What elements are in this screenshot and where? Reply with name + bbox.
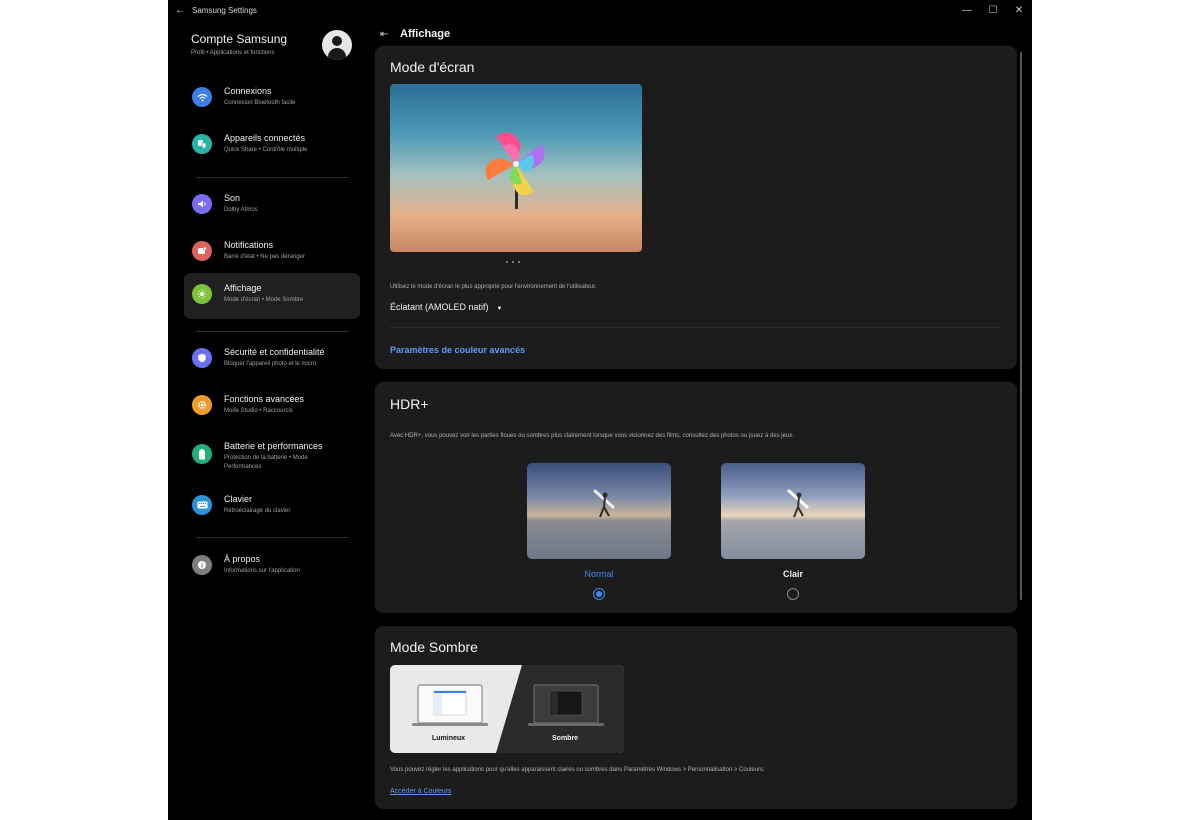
sidebar-item-a-propos[interactable]: À propos Informations sur l'application: [184, 544, 360, 590]
divider: [196, 177, 349, 178]
page-header: ⇤ Affichage: [380, 26, 450, 42]
samsung-account[interactable]: Compte Samsung Profil • Applications et …: [191, 30, 361, 72]
minimize-button[interactable]: —: [954, 5, 980, 16]
carousel-dots[interactable]: [506, 261, 520, 263]
sidebar: Compte Samsung Profil • Applications et …: [168, 20, 368, 820]
sidebar-item-son[interactable]: Son Dolby Atmos: [184, 183, 360, 229]
sidebar-item-label: Fonctions avancées: [224, 394, 305, 404]
section-title: Mode d'écran: [390, 59, 475, 75]
advanced-color-link[interactable]: Paramètres de couleur avancés: [390, 345, 525, 355]
sidebar-item-label: Batterie et performances: [224, 441, 323, 451]
keyboard-icon: [192, 495, 212, 515]
screen-mode-description: Utilisez le mode d'écran le plus appropr…: [390, 284, 597, 290]
dark-mode-description: Vous pouvez régler les applications pour…: [390, 767, 765, 773]
surfer-image: [593, 489, 615, 518]
hdr-normal-radio[interactable]: [593, 588, 605, 600]
surfer-image: [787, 489, 809, 518]
sidebar-item-label: Sécurité et confidentialité: [224, 347, 325, 357]
display-icon: [192, 284, 212, 304]
scrollbar[interactable]: [1020, 52, 1022, 600]
sidebar-item-sub: Bloquer l'appareil photo et le micro: [224, 361, 317, 367]
laptop-dark-icon: [528, 684, 604, 726]
divider: [390, 327, 1000, 328]
section-title: Mode Sombre: [390, 639, 478, 655]
hdr-description: Avec HDR+, vous pouvez voir les parties …: [390, 433, 794, 439]
sidebar-item-sub: Protection de la batterie • Mode Perform…: [224, 455, 308, 470]
close-button[interactable]: ✕: [1006, 5, 1032, 16]
hdr-option-normal-label: Normal: [584, 569, 614, 579]
section-title: HDR+: [390, 396, 429, 412]
shield-icon: [192, 348, 212, 368]
screen-mode-card: Mode d'écran Utilisez le mode d'écran le…: [375, 46, 1017, 369]
sidebar-item-notifications[interactable]: Notifications Barre d'état • Ne pas déra…: [184, 230, 360, 276]
sound-icon: [192, 194, 212, 214]
sidebar-item-label: Appareils connectés: [224, 133, 306, 143]
sidebar-item-affichage[interactable]: Affichage Mode d'écran • Mode Sombre: [184, 273, 360, 319]
dark-mode-picker[interactable]: Lumineux Sombre: [390, 665, 624, 753]
hdr-clair-radio[interactable]: [787, 588, 799, 600]
sidebar-item-sub: Connexion Bluetooth facile: [224, 100, 296, 106]
colors-settings-link[interactable]: Accéder à Couleurs: [390, 788, 451, 795]
advanced-icon: [192, 395, 212, 415]
avatar[interactable]: [322, 30, 352, 60]
sidebar-item-batterie[interactable]: Batterie et performances Protection de l…: [184, 431, 360, 487]
divider: [196, 331, 349, 332]
pinwheel-image: [485, 132, 545, 209]
info-icon: [192, 555, 212, 575]
devices-icon: [192, 134, 212, 154]
sidebar-item-sub: Mode Studio • Raccourcis: [224, 408, 293, 414]
sidebar-item-label: Son: [224, 193, 241, 203]
title-bar: ← Samsung Settings — ☐ ✕: [168, 0, 1032, 20]
dark-mode-card: Mode Sombre Lumineux Sombre Vous pouvez …: [375, 626, 1017, 809]
sidebar-item-sub: Quick Share • Contrôle multiple: [224, 147, 308, 153]
wifi-icon: [192, 87, 212, 107]
collapse-arrow-icon[interactable]: ⇤: [380, 29, 400, 40]
screen-mode-dropdown[interactable]: Éclatant (AMOLED natif) ▼: [390, 302, 503, 312]
sidebar-item-securite[interactable]: Sécurité et confidentialité Bloquer l'ap…: [184, 337, 360, 383]
light-mode-label: Lumineux: [432, 735, 466, 742]
back-arrow-icon[interactable]: ←: [168, 5, 192, 16]
sidebar-item-sub: Barre d'état • Ne pas déranger: [224, 254, 305, 260]
sidebar-item-label: Affichage: [224, 283, 262, 293]
sidebar-item-connexions[interactable]: Connexions Connexion Bluetooth facile: [184, 76, 360, 122]
sidebar-item-sub: Dolby Atmos: [224, 207, 258, 213]
sidebar-item-appareils-connectes[interactable]: Appareils connectés Quick Share • Contrô…: [184, 123, 360, 169]
sidebar-item-clavier[interactable]: Clavier Rétroéclairage du clavier: [184, 484, 360, 530]
screen-mode-selected: Éclatant (AMOLED natif): [390, 302, 489, 312]
caret-down-icon: ▼: [496, 306, 503, 312]
hdr-card: HDR+ Avec HDR+, vous pouvez voir les par…: [375, 382, 1017, 613]
sidebar-item-sub: Informations sur l'application: [224, 568, 300, 574]
sidebar-item-label: Clavier: [224, 494, 253, 504]
sidebar-item-label: Notifications: [224, 240, 274, 250]
hdr-normal-preview[interactable]: [527, 463, 671, 559]
sidebar-item-fonctions-avancees[interactable]: Fonctions avancées Mode Studio • Raccour…: [184, 384, 360, 430]
sidebar-item-label: Connexions: [224, 86, 272, 96]
sidebar-item-label: À propos: [224, 554, 261, 564]
hdr-option-clair-label: Clair: [782, 569, 803, 579]
divider: [196, 537, 349, 538]
hdr-clair-preview[interactable]: [721, 463, 865, 559]
window-title: Samsung Settings: [192, 5, 257, 15]
screen-mode-preview-image[interactable]: [390, 84, 642, 252]
page-title: Affichage: [400, 28, 451, 40]
battery-icon: [192, 444, 212, 464]
app-window: ← Samsung Settings — ☐ ✕ Compte Samsung …: [168, 0, 1032, 820]
sidebar-item-sub: Mode d'écran • Mode Sombre: [224, 297, 304, 303]
laptop-light-icon: [412, 684, 488, 726]
dark-mode-label: Sombre: [552, 735, 579, 742]
sidebar-item-sub: Rétroéclairage du clavier: [224, 508, 291, 514]
maximize-button[interactable]: ☐: [980, 5, 1006, 16]
notification-icon: [192, 241, 212, 261]
